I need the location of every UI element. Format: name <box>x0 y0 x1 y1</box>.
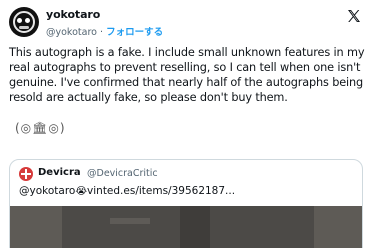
quoted-tweet[interactable]: Devicra @DevicraCritic @yokotaro😭vinted.… <box>9 159 363 248</box>
avatar-mouth <box>19 26 29 29</box>
quoted-mention[interactable]: @yokotaro <box>19 185 75 197</box>
quoted-image[interactable] <box>10 206 362 248</box>
quoted-link[interactable]: vinted.es/items/39562187... <box>87 185 235 197</box>
tweet-card: yokotaro @yokotaro · フォローする This autogra… <box>0 0 372 248</box>
author-avatar[interactable] <box>9 7 39 37</box>
follow-button[interactable]: フォローする <box>106 27 163 38</box>
tweet-text: This autograph is a fake. I include smal… <box>9 46 365 104</box>
quoted-avatar[interactable] <box>19 167 33 181</box>
author-handle[interactable]: @yokotaro <box>46 27 97 38</box>
avatar-ring <box>13 11 35 33</box>
quoted-author-name[interactable]: Devicra <box>38 167 81 178</box>
avatar-eye-right <box>25 18 30 23</box>
author-name[interactable]: yokotaro <box>46 8 100 21</box>
author-meta-row: @yokotaro · フォローする <box>46 24 163 38</box>
meta-separator: · <box>100 27 104 38</box>
x-logo-icon[interactable] <box>346 8 362 24</box>
quoted-avatar-mark-h <box>21 173 31 175</box>
image-highlight <box>110 218 150 224</box>
image-strip <box>180 206 210 248</box>
quoted-emoji: 😭 <box>75 186 88 197</box>
quoted-author-handle[interactable]: @DevicraCritic <box>87 168 158 179</box>
quoted-text: @yokotaro😭vinted.es/items/39562187... <box>19 185 235 197</box>
tweet-emoji: (◎🏛◎) <box>15 121 66 135</box>
avatar-eye-left <box>17 18 22 23</box>
